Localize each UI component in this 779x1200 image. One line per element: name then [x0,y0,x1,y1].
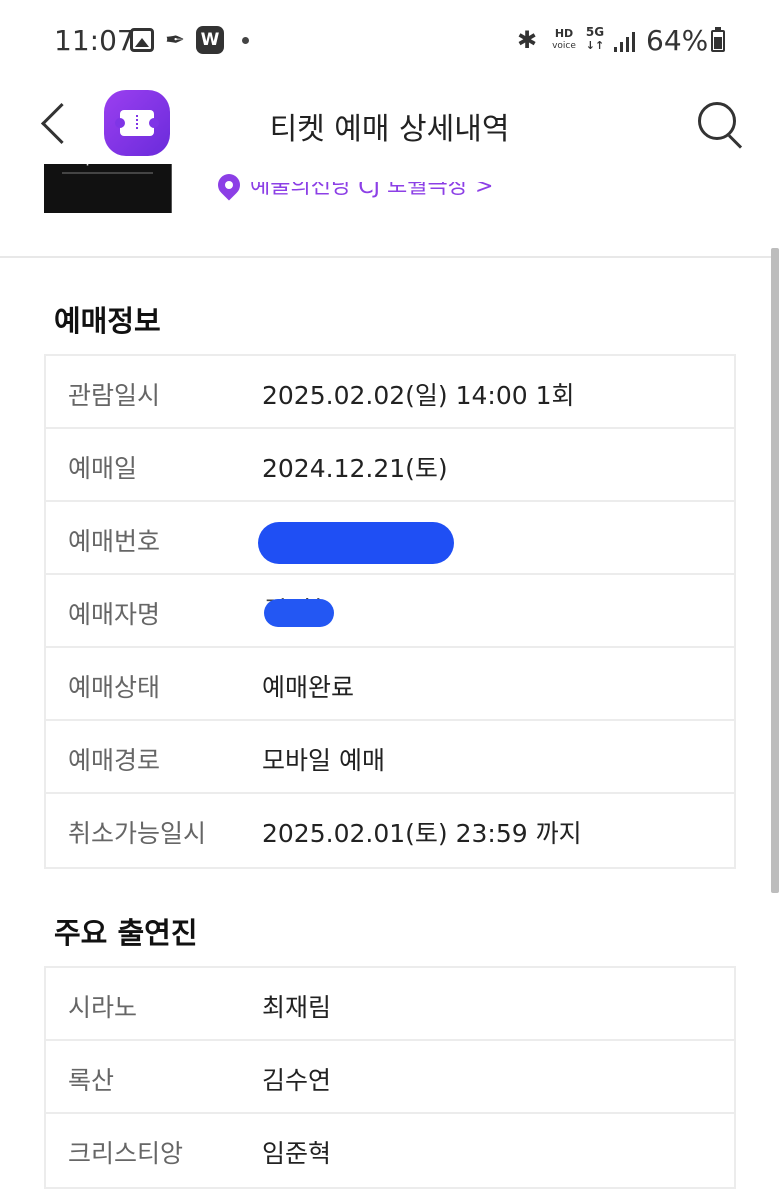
table-row: 록산 김수연 [46,1041,734,1114]
row-label: 예매일 [68,454,138,483]
section-divider [0,256,779,258]
cast-heading: 주요 출연진 [54,916,198,950]
network-5g-icon: 5G ↓↑ [585,25,605,52]
table-row: 취소가능일시 2025.02.01(토) 23:59 까지 [46,794,734,867]
row-label: 관람일시 [68,381,161,410]
battery-icon [711,27,725,52]
redaction-mark [258,522,454,564]
table-row: 관람일시 2025.02.02(일) 14:00 1회 [46,356,734,429]
scrollbar[interactable] [771,248,779,893]
row-value: 2024.12.21(토) [262,454,448,483]
hd-voice-icon: HD voice [550,27,578,51]
w-app-icon: W [196,26,224,54]
bluetooth-icon: ✱ [517,26,538,54]
row-label: 예매번호 [68,527,161,556]
row-label: 예매상태 [68,673,161,702]
table-row: 크리스티앙 임준혁 [46,1114,734,1187]
table-row: 예매일 2024.12.21(토) [46,429,734,502]
gallery-icon [130,28,154,52]
role-label: 시라노 [68,993,138,1022]
hd-sub-label: voice [552,41,576,51]
poster-thumbnail[interactable]: ᄀᆡ [44,164,172,213]
role-label: 록산 [68,1066,115,1095]
actor-name: 김수연 [262,1066,332,1095]
row-value: 예매완료 [262,673,355,702]
hd-label: HD [554,27,574,40]
feather-icon: ✒ [165,26,186,54]
battery-percent: 64% [646,24,709,57]
status-bar: 11:07 ✒ W ✱ HD voice 5G ↓↑ 64% [0,0,779,84]
redaction-mark [264,599,334,627]
search-button[interactable] [690,96,750,152]
table-row: 예매상태 예매완료 [46,648,734,721]
notification-dot-icon [242,37,249,44]
location-pin-icon [213,169,245,201]
network-label: 5G [585,25,605,39]
table-row: 예매번호 [46,502,734,575]
table-row: 예매경로 모바일 예매 [46,721,734,794]
cast-table: 시라노 최재림 록산 김수연 크리스티앙 임준혁 [44,966,736,1189]
table-row: 시라노 최재림 [46,968,734,1041]
row-value: 2025.02.01(토) 23:59 까지 [262,819,582,848]
event-info: ᄀᆡ 예술의전당 CJ 토월극장 > [0,164,779,256]
row-label: 예매경로 [68,746,161,775]
booking-info-heading: 예매정보 [54,304,161,338]
signal-icon [614,32,636,52]
actor-name: 최재림 [262,993,332,1022]
app-header: 티켓 예매 상세내역 [0,84,779,164]
booking-info-table: 관람일시 2025.02.02(일) 14:00 1회 예매일 2024.12.… [44,354,736,869]
role-label: 크리스티앙 [68,1139,184,1168]
row-value: 모바일 예매 [262,746,385,775]
table-row: 예매자명 김*현 [46,575,734,648]
page-title: 티켓 예매 상세내역 [269,112,510,147]
row-label: 취소가능일시 [68,819,207,848]
row-label: 예매자명 [68,600,161,629]
actor-name: 임준혁 [262,1139,332,1168]
status-time: 11:07 [54,24,135,57]
row-value: 2025.02.02(일) 14:00 1회 [262,381,575,410]
